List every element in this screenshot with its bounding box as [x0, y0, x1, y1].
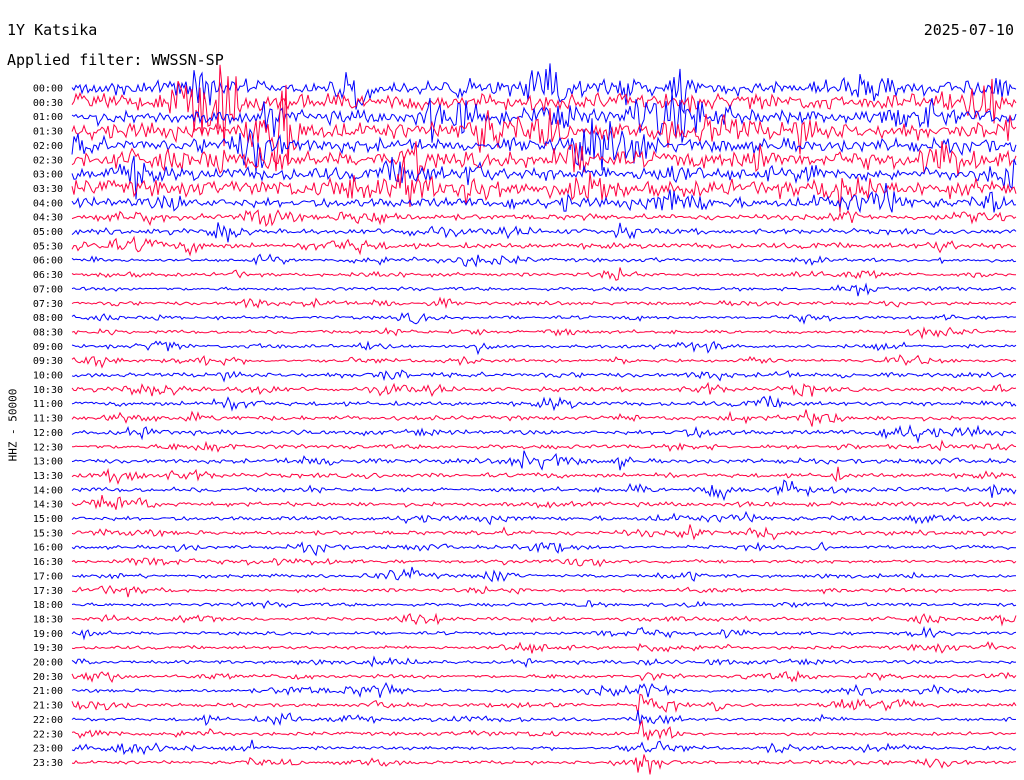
row-time-label: 04:00 — [33, 198, 63, 209]
row-time-label: 02:30 — [33, 155, 63, 166]
trace-row-1400 — [71, 479, 1017, 502]
row-time-label: 17:30 — [33, 586, 63, 597]
row-time-label: 21:30 — [33, 701, 63, 712]
trace-row-1600 — [71, 541, 1016, 557]
row-time-label: 06:30 — [33, 270, 63, 281]
row-time-label: 02:00 — [33, 141, 63, 152]
row-time-label: 10:00 — [33, 371, 63, 382]
trace-row-1000 — [71, 369, 1016, 383]
trace-row-0400 — [71, 183, 1017, 214]
row-time-label: 09:00 — [33, 342, 63, 353]
row-time-label: 13:30 — [33, 471, 63, 482]
trace-row-1900 — [71, 625, 1017, 641]
row-time-label: 20:30 — [33, 672, 63, 683]
trace-row-1700 — [71, 566, 1017, 583]
trace-row-1730 — [71, 585, 1017, 598]
trace-row-0700 — [71, 282, 1017, 297]
trace-row-0930 — [71, 354, 1017, 369]
trace-row-2100 — [71, 682, 1017, 698]
trace-row-1800 — [71, 600, 1017, 610]
seismogram-page: 1Y Katsika 2025-07-10 Applied filter: WW… — [0, 0, 1024, 780]
row-time-label: 14:00 — [33, 485, 63, 496]
row-time-label: 21:00 — [33, 686, 63, 697]
trace-row-0730 — [71, 296, 1017, 310]
trace-row-0600 — [71, 253, 1017, 268]
row-time-label: 09:30 — [33, 356, 63, 367]
row-time-label: 19:30 — [33, 643, 63, 654]
row-time-label: 12:00 — [33, 428, 63, 439]
row-time-label: 05:30 — [33, 241, 63, 252]
trace-row-0200 — [71, 118, 1017, 173]
y-axis-label: HHZ - 50000 — [6, 388, 20, 462]
filter-label: Applied filter: WWSSN-SP — [7, 51, 224, 69]
row-time-label: 15:00 — [33, 514, 63, 525]
row-time-label: 05:00 — [33, 227, 63, 238]
trace-row-1330 — [71, 466, 1017, 485]
row-time-label: 20:00 — [33, 658, 63, 669]
trace-row-1300 — [71, 450, 1017, 471]
row-time-label: 18:30 — [33, 614, 63, 625]
row-time-label: 13:00 — [33, 457, 63, 468]
trace-row-1930 — [71, 640, 1017, 654]
row-time-label: 18:00 — [33, 600, 63, 611]
trace-row-0630 — [71, 267, 1017, 281]
row-time-label: 06:00 — [33, 256, 63, 267]
trace-row-0500 — [71, 222, 1017, 243]
trace-row-1100 — [71, 395, 1017, 412]
time-tick-group: 00:00 00:30 01:00 01:30 02:00 02:30 03:00 03:30… — [33, 84, 63, 769]
trace-group — [71, 63, 1017, 775]
trace-row-0900 — [71, 340, 1017, 356]
row-time-label: 04:30 — [33, 213, 63, 224]
row-time-label: 22:00 — [33, 715, 63, 726]
row-time-label: 16:30 — [33, 557, 63, 568]
trace-row-1230 — [72, 439, 1017, 453]
row-time-label: 00:00 — [33, 84, 63, 95]
row-time-label: 07:30 — [33, 299, 63, 310]
row-time-label: 17:00 — [33, 571, 63, 582]
trace-row-0800 — [71, 312, 1017, 325]
row-time-label: 14:30 — [33, 500, 63, 511]
trace-row-2130 — [71, 693, 1017, 714]
trace-row-1630 — [71, 557, 1017, 568]
trace-row-1530 — [71, 524, 1017, 541]
row-time-label: 11:00 — [33, 399, 63, 410]
trace-row-2300 — [71, 739, 1017, 756]
row-time-label: 15:30 — [33, 528, 63, 539]
row-time-label: 16:00 — [33, 543, 63, 554]
trace-row-1500 — [71, 510, 1017, 526]
row-time-label: 01:00 — [33, 112, 63, 123]
trace-row-1130 — [71, 409, 1017, 427]
row-time-label: 19:00 — [33, 629, 63, 640]
row-time-label: 10:30 — [33, 385, 63, 396]
trace-row-2330 — [71, 754, 1017, 775]
row-time-label: 01:30 — [33, 127, 63, 138]
station-title: 1Y Katsika — [7, 21, 98, 39]
trace-row-1830 — [71, 612, 1017, 627]
row-time-label: 23:30 — [33, 758, 63, 769]
trace-row-1430 — [71, 494, 1017, 510]
trace-row-0430 — [71, 209, 1017, 227]
row-time-label: 08:30 — [33, 327, 63, 338]
row-time-label: 00:30 — [33, 98, 63, 109]
trace-row-2230 — [71, 719, 1017, 741]
row-time-label: 03:00 — [33, 170, 63, 181]
row-time-label: 11:30 — [33, 414, 63, 425]
trace-row-2030 — [71, 670, 1017, 684]
trace-row-1030 — [71, 381, 1017, 397]
record-date: 2025-07-10 — [923, 21, 1014, 39]
trace-row-0830 — [71, 326, 1017, 340]
trace-row-2000 — [71, 655, 1017, 668]
trace-row-1200 — [71, 424, 1017, 444]
row-time-label: 23:00 — [33, 744, 63, 755]
row-time-label: 07:00 — [33, 284, 63, 295]
row-time-label: 12:30 — [33, 442, 63, 453]
trace-row-0030 — [71, 64, 1017, 147]
helicorder-plot: 00:00 00:30 01:00 01:30 02:00 02:30 03:00 03:30… — [33, 63, 1017, 775]
trace-row-2200 — [71, 710, 1017, 727]
row-time-label: 03:30 — [33, 184, 63, 195]
trace-row-0530 — [71, 235, 1017, 257]
row-time-label: 08:00 — [33, 313, 63, 324]
row-time-label: 22:30 — [33, 729, 63, 740]
